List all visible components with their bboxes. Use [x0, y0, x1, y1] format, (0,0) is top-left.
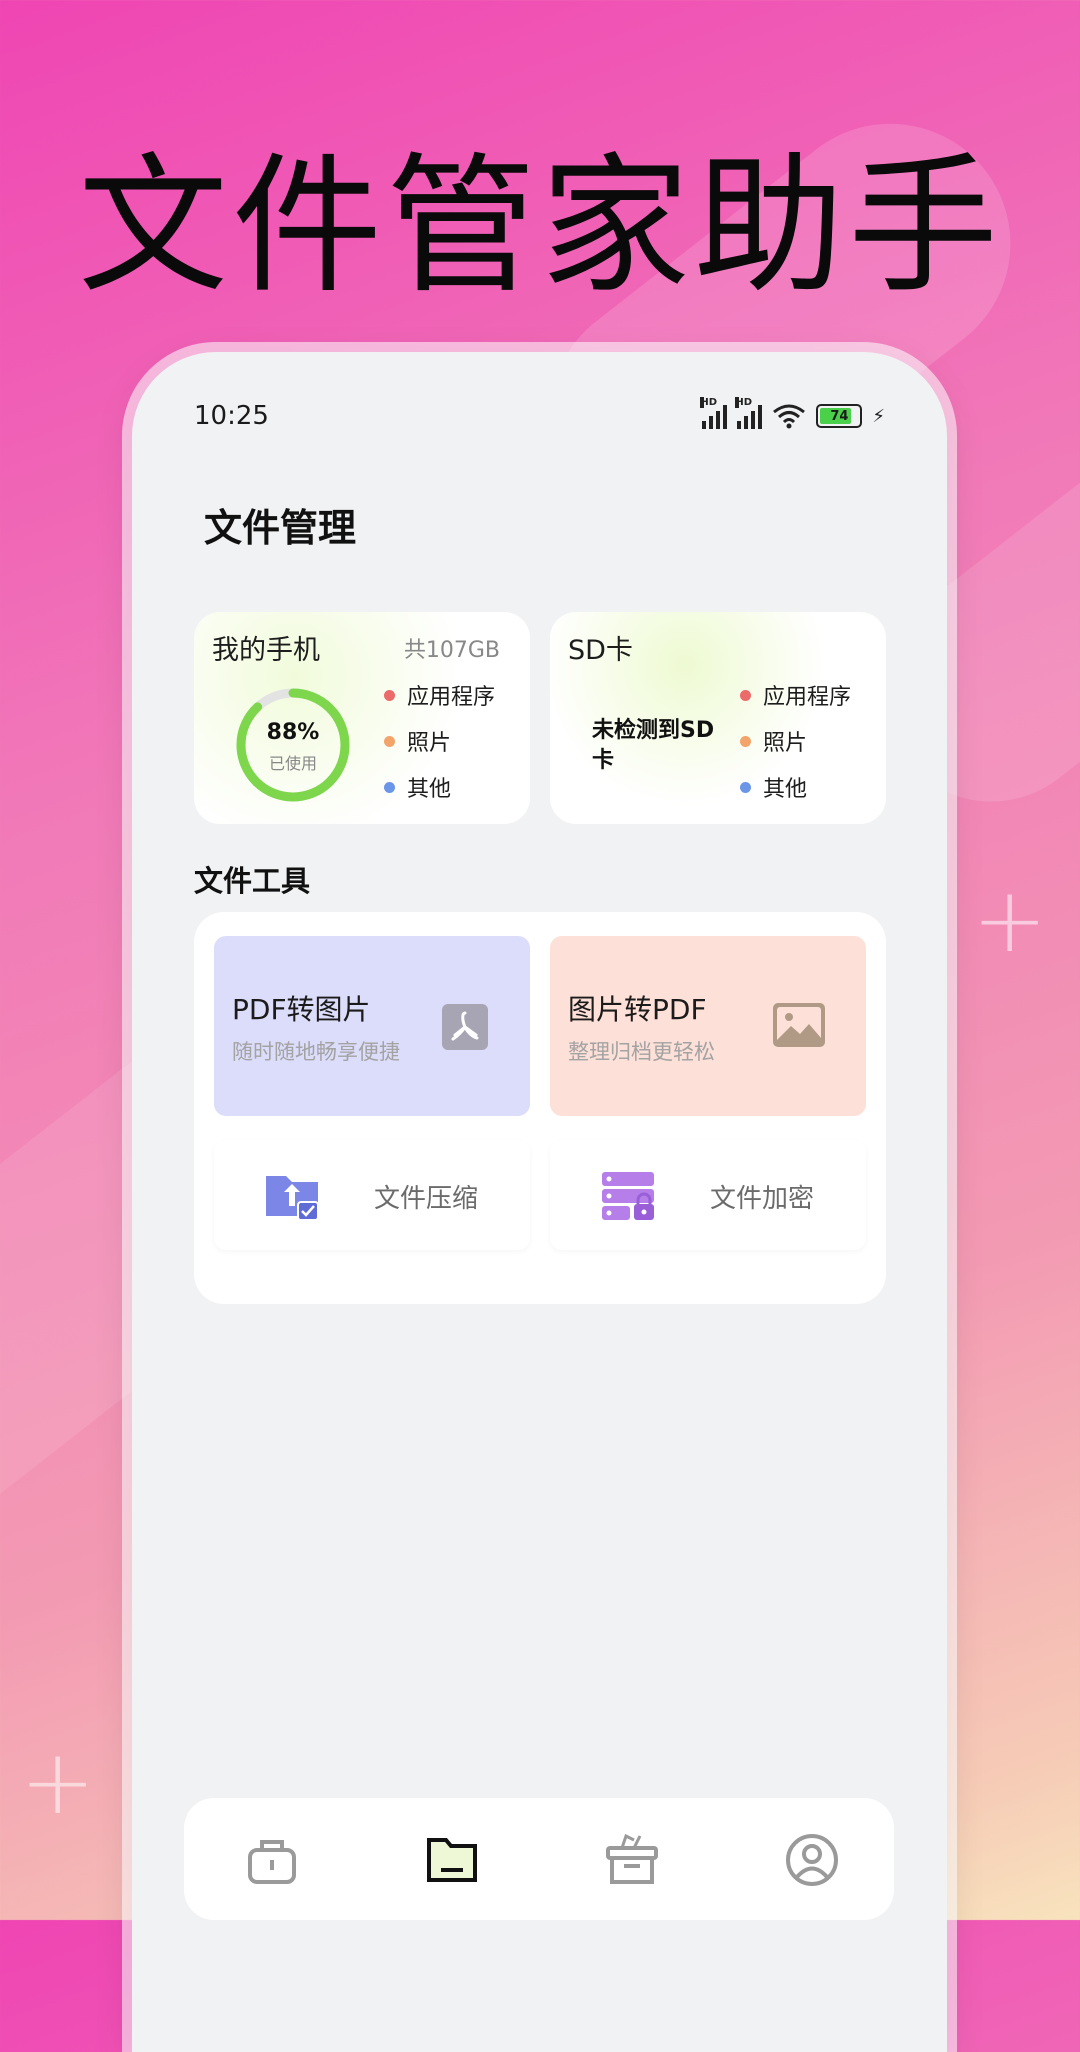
section-title: 文件工具: [194, 864, 311, 898]
wifi-icon: [773, 404, 806, 429]
tool-description: 随时随地畅享便捷: [232, 1040, 400, 1064]
tool-description: 整理归档更轻松: [568, 1040, 715, 1064]
signal-icon: HD: [700, 397, 728, 429]
folder-upload-icon: [266, 1176, 319, 1221]
legend-item-photos: 照片: [740, 718, 851, 764]
tool-name: 文件压缩: [374, 1184, 479, 1214]
apps-color-dot: [740, 689, 751, 701]
pdf-icon: [442, 1004, 488, 1050]
sparkle-plus-decoration: +: [972, 868, 1048, 973]
photos-color-dot: [384, 735, 395, 747]
status-bar: 10:25 HD HD 74 ⚡: [194, 396, 885, 436]
signal-icon: HD: [735, 397, 763, 429]
other-color-dot: [740, 781, 751, 793]
legend-item-photos: 照片: [384, 718, 495, 764]
storage-total: 共107GB: [403, 638, 500, 663]
legend-item-apps: 应用程序: [384, 672, 495, 718]
tool-name: 图片转PDF: [568, 993, 707, 1026]
storage-legend: 应用程序 照片 其他: [384, 672, 495, 810]
image-to-pdf-button[interactable]: 图片转PDF 整理归档更轻松: [550, 936, 866, 1116]
card-title: SD卡: [568, 635, 633, 666]
battery-icon: 74: [816, 404, 863, 428]
server-lock-icon: [602, 1172, 654, 1220]
status-time: 10:25: [194, 401, 269, 431]
file-compress-button[interactable]: 文件压缩: [214, 1140, 530, 1250]
profile-icon[interactable]: [784, 1832, 840, 1888]
card-title: 我的手机: [212, 635, 320, 666]
sd-card-storage-card[interactable]: SD卡 未检测到SD卡 应用程序 照片 其他: [550, 612, 886, 824]
box-icon[interactable]: [604, 1832, 660, 1888]
usage-percent: 88%: [266, 720, 320, 745]
page-title: 文件管理: [204, 506, 357, 550]
legend-item-apps: 应用程序: [740, 672, 851, 718]
file-encrypt-button[interactable]: 文件加密: [550, 1140, 866, 1250]
tool-name: PDF转图片: [232, 993, 371, 1026]
legend-item-other: 其他: [384, 764, 495, 810]
other-color-dot: [384, 781, 395, 793]
phone-screen: 10:25 HD HD 74 ⚡ 文件管理 我的手机 共107GB 88% 已使…: [132, 352, 947, 2052]
tool-name: 文件加密: [710, 1184, 815, 1214]
photos-color-dot: [740, 735, 751, 747]
phone-storage-card[interactable]: 我的手机 共107GB 88% 已使用 应用程序 照片 其他: [194, 612, 530, 824]
bottom-navigation: [184, 1798, 894, 1920]
sparkle-plus-decoration: +: [20, 1730, 96, 1835]
storage-usage-ring: [236, 688, 350, 802]
status-icons: HD HD 74 ⚡: [700, 397, 885, 429]
pdf-to-image-button[interactable]: PDF转图片 随时随地畅享便捷: [214, 936, 530, 1116]
storage-legend: 应用程序 照片 其他: [740, 672, 851, 810]
charging-icon: ⚡: [872, 405, 885, 427]
toolbox-icon[interactable]: [244, 1832, 300, 1888]
usage-label: 已使用: [268, 754, 317, 773]
image-icon: [773, 1003, 825, 1047]
legend-item-other: 其他: [740, 764, 851, 810]
sd-card-status: 未检测到SD卡: [592, 718, 715, 773]
apps-color-dot: [384, 689, 395, 701]
folder-icon[interactable]: [424, 1832, 480, 1888]
promo-headline: 文件管家助手: [77, 140, 1002, 314]
file-tools-panel: PDF转图片 随时随地畅享便捷 图片转PDF 整理归档更轻松 文件压缩 文件加密: [194, 912, 886, 1304]
